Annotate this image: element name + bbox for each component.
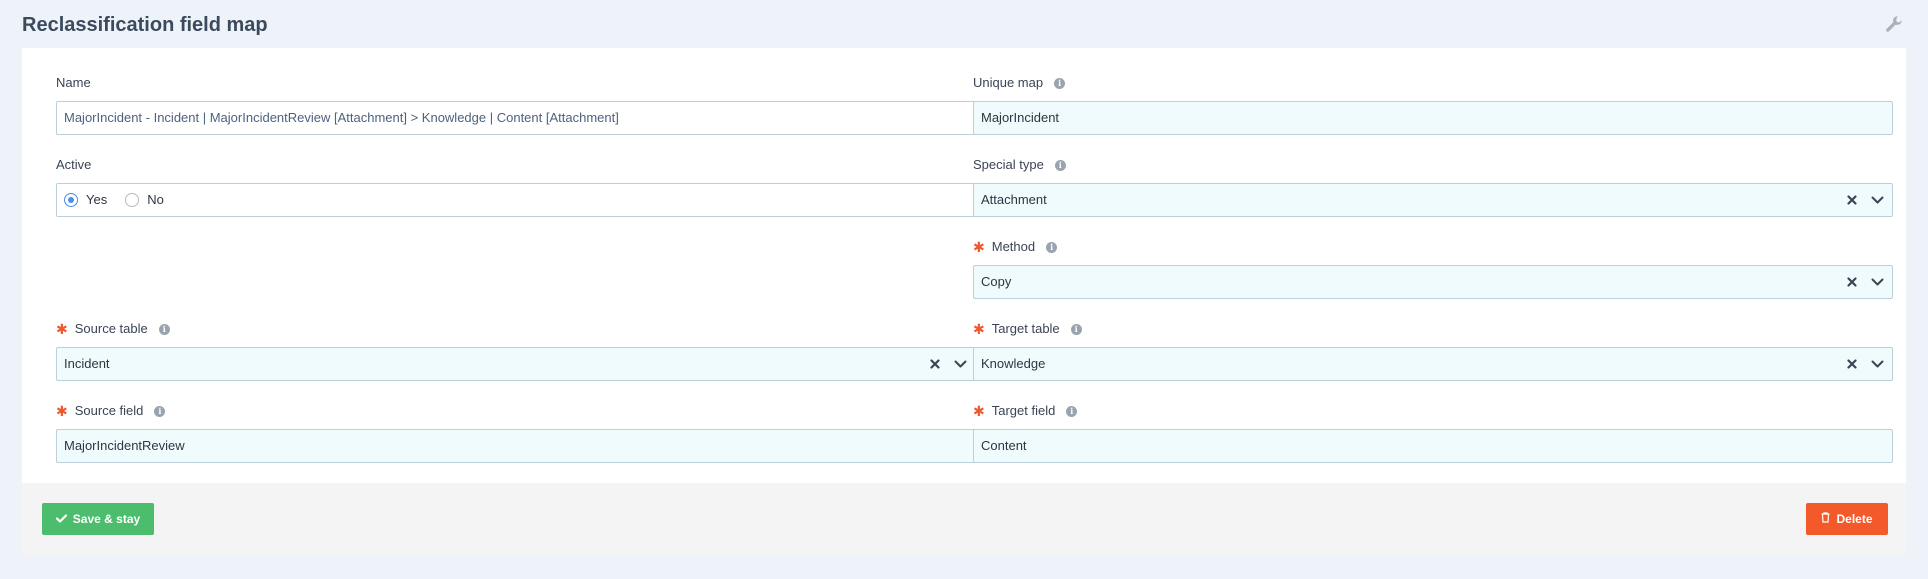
name-input[interactable]: MajorIncident - Incident | MajorIncident…	[56, 101, 976, 135]
target-field-label: ✱ Target field i	[973, 402, 1893, 420]
chevron-down-icon[interactable]	[954, 360, 967, 369]
unique-map-field: Unique map i MajorIncident	[973, 74, 1893, 135]
info-icon[interactable]: i	[1054, 159, 1066, 171]
source-field-field: ✱ Source field i MajorIncidentReview	[56, 402, 976, 463]
clear-icon[interactable]	[1847, 359, 1857, 369]
chevron-down-icon[interactable]	[1871, 278, 1884, 287]
active-yes-label[interactable]: Yes	[86, 184, 107, 216]
clear-icon[interactable]	[1847, 277, 1857, 287]
target-table-label: ✱ Target table i	[973, 320, 1893, 338]
unique-map-input[interactable]: MajorIncident	[973, 101, 1893, 135]
method-select[interactable]: Copy	[973, 265, 1893, 299]
active-radio-group: Yes No	[56, 183, 976, 217]
target-field-field: ✱ Target field i Content	[973, 402, 1893, 463]
active-field: Active Yes No	[56, 156, 976, 217]
active-no-radio[interactable]	[125, 193, 140, 207]
save-and-stay-label: Save & stay	[72, 512, 141, 526]
special-type-value: Attachment	[981, 192, 1047, 207]
wrench-icon[interactable]	[1884, 14, 1904, 34]
target-table-field: ✱ Target table i Knowledge	[973, 320, 1893, 381]
page-title: Reclassification field map	[22, 14, 268, 36]
delete-label: Delete	[1836, 512, 1873, 526]
save-and-stay-button[interactable]: Save & stay	[42, 503, 154, 535]
active-yes-radio[interactable]	[64, 193, 78, 207]
required-icon: ✱	[56, 321, 68, 337]
source-table-value: Incident	[64, 356, 110, 371]
special-type-field: Special type i Attachment	[973, 156, 1893, 217]
required-icon: ✱	[973, 239, 985, 255]
name-value: MajorIncident - Incident | MajorIncident…	[64, 110, 619, 125]
target-table-select[interactable]: Knowledge	[973, 347, 1893, 381]
form-footer: Save & stay Delete	[22, 483, 1906, 555]
chevron-down-icon[interactable]	[1871, 196, 1884, 205]
unique-map-label: Unique map i	[973, 74, 1893, 92]
clear-icon[interactable]	[930, 359, 940, 369]
source-field-label: ✱ Source field i	[56, 402, 976, 420]
method-value: Copy	[981, 274, 1012, 289]
info-icon[interactable]: i	[1054, 77, 1066, 89]
delete-button[interactable]: Delete	[1806, 503, 1888, 535]
target-table-value: Knowledge	[981, 356, 1046, 371]
unique-map-value: MajorIncident	[981, 110, 1060, 125]
form-panel: Name MajorIncident - Incident | MajorInc…	[22, 48, 1906, 483]
chevron-down-icon[interactable]	[1871, 360, 1884, 369]
special-type-label: Special type i	[973, 156, 1893, 174]
source-table-field: ✱ Source table i Incident	[56, 320, 976, 381]
required-icon: ✱	[973, 403, 985, 419]
check-icon	[55, 512, 67, 526]
required-icon: ✱	[973, 321, 985, 337]
source-table-label: ✱ Source table i	[56, 320, 976, 338]
special-type-select[interactable]: Attachment	[973, 183, 1893, 217]
source-field-input[interactable]: MajorIncidentReview	[56, 429, 976, 463]
info-icon[interactable]: i	[1066, 405, 1078, 417]
target-field-input[interactable]: Content	[973, 429, 1893, 463]
name-label: Name	[56, 75, 91, 90]
trash-icon	[1821, 512, 1830, 526]
method-field: ✱ Method i Copy	[973, 238, 1893, 299]
active-no-label[interactable]: No	[147, 184, 164, 216]
clear-icon[interactable]	[1847, 195, 1857, 205]
info-icon[interactable]: i	[1046, 241, 1058, 253]
source-field-value: MajorIncidentReview	[64, 438, 185, 453]
method-label: ✱ Method i	[973, 238, 1893, 256]
required-icon: ✱	[56, 403, 68, 419]
source-table-select[interactable]: Incident	[56, 347, 976, 381]
info-icon[interactable]: i	[154, 405, 166, 417]
info-icon[interactable]: i	[158, 323, 170, 335]
info-icon[interactable]: i	[1070, 323, 1082, 335]
name-field: Name MajorIncident - Incident | MajorInc…	[56, 74, 976, 135]
active-label: Active	[56, 157, 92, 172]
target-field-value: Content	[981, 438, 1027, 453]
